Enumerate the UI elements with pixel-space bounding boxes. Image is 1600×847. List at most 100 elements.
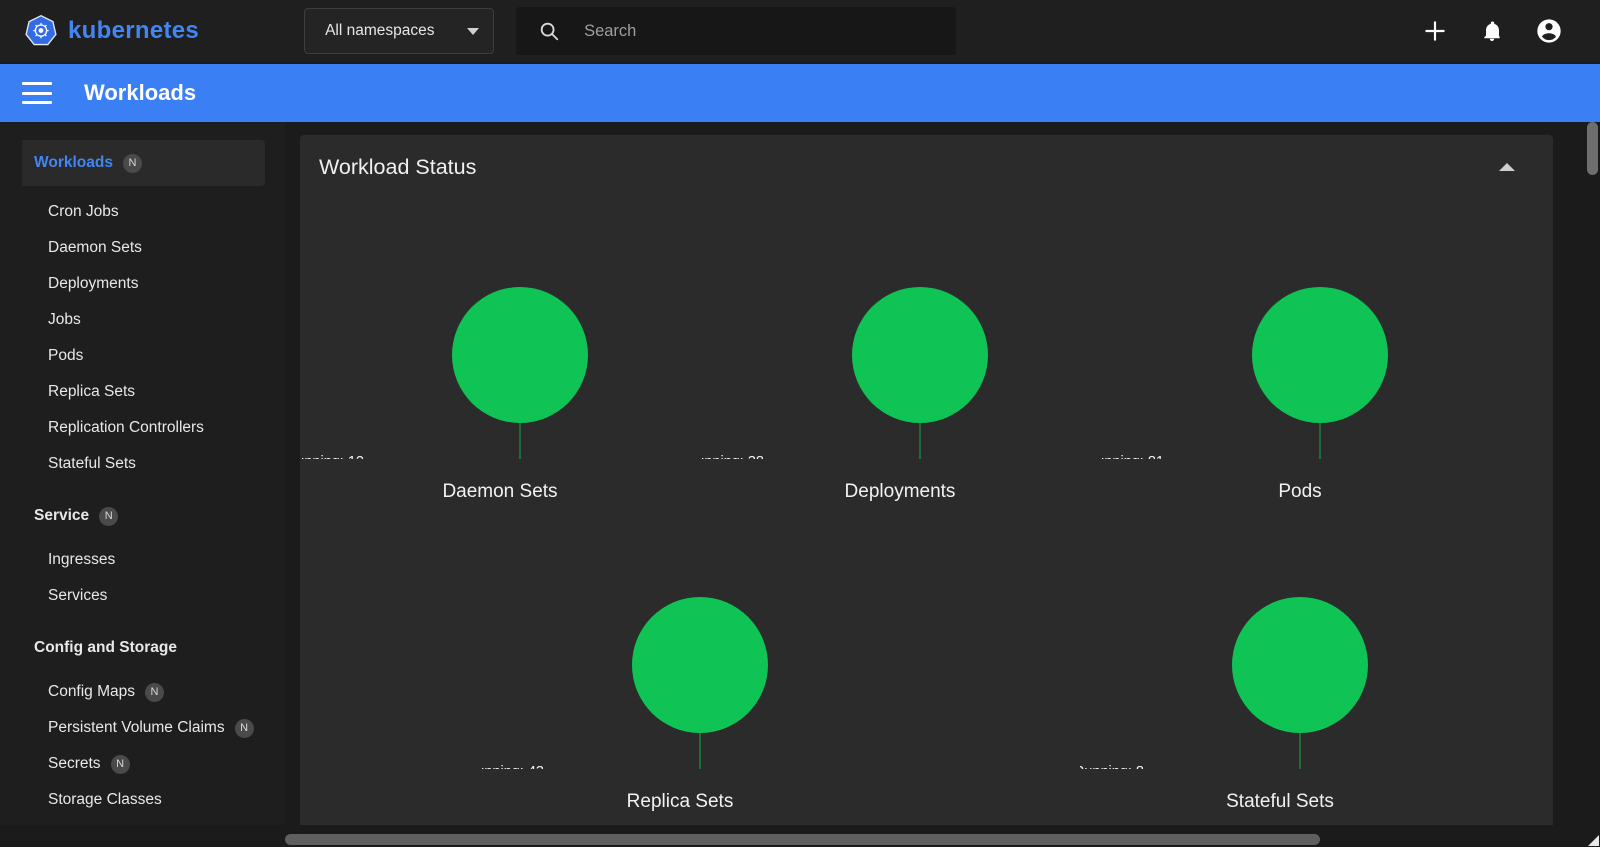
sidebar-nav[interactable]: Workloads N Cron Jobs Daemon Sets Deployment… — [0, 122, 285, 825]
pie-slice-running — [632, 597, 768, 733]
sidebar-item-label: Workloads — [34, 154, 113, 171]
search-bar[interactable]: Search — [516, 7, 957, 55]
sidebar-item-secrets[interactable]: Secrets N — [0, 746, 285, 782]
namespaced-badge: N — [122, 153, 142, 173]
namespace-selector[interactable]: All namespaces — [304, 8, 495, 54]
pie-chart-graphic: Running: 38 — [700, 287, 988, 459]
sidebar-item-config-and-storage[interactable]: Config and Storage — [0, 630, 285, 666]
pie-slice-running — [452, 287, 588, 423]
sidebar-item-cron-jobs[interactable]: Cron Jobs — [0, 194, 285, 230]
slice-label: Running: 12 — [300, 454, 364, 459]
sidebar-item-persistent-volume-claims[interactable]: Persistent Volume Claims N — [0, 710, 285, 746]
sidebar-item-storage-classes[interactable]: Storage Classes — [0, 782, 285, 818]
search-icon — [538, 20, 560, 42]
chart-caption: Pods — [1278, 481, 1322, 502]
leader-line — [519, 423, 521, 459]
pie-slice-running — [1232, 597, 1368, 733]
sidebar-item-ingresses[interactable]: Ingresses — [0, 542, 285, 578]
sidebar-item-daemon-sets[interactable]: Daemon Sets — [0, 230, 285, 266]
workload-chart[interactable]: Running: 81 Pods — [1100, 209, 1500, 549]
leader-line — [919, 423, 921, 459]
account-circle-icon — [1535, 17, 1563, 45]
page-title: Workloads — [84, 80, 197, 105]
sidebar-item-label: Secrets — [48, 755, 101, 772]
slice-label: Running: 8 — [1080, 764, 1144, 769]
sidebar-item-label: Deployments — [48, 275, 139, 292]
account-button[interactable] — [1534, 16, 1564, 46]
sidebar-item-jobs[interactable]: Jobs — [0, 302, 285, 338]
namespaced-badge: N — [145, 682, 165, 702]
notifications-button[interactable] — [1477, 16, 1507, 46]
brand-name: kubernetes — [68, 17, 200, 44]
horizontal-scrollbar-thumb[interactable] — [285, 834, 1320, 845]
horizontal-scrollbar[interactable] — [285, 832, 1600, 847]
sidebar-item-label: Jobs — [48, 311, 81, 328]
pie-chart-graphic: Running: 12 — [300, 287, 588, 459]
workload-status-card: Workload Status Running: 12Daemon SetsRu… — [300, 135, 1553, 825]
hamburger-menu-icon[interactable] — [22, 82, 52, 104]
namespaced-badge: N — [110, 754, 130, 774]
sidebar-item-deployments[interactable]: Deployments — [0, 266, 285, 302]
kubernetes-logo-icon — [24, 14, 58, 48]
sidebar-item-replication-controllers[interactable]: Replication Controllers — [0, 410, 285, 446]
chart-caption: Daemon Sets — [442, 481, 558, 502]
sidebar-item-label: Cron Jobs — [48, 203, 119, 220]
sidebar-item-label: Service — [34, 507, 90, 524]
vertical-scrollbar[interactable] — [1585, 122, 1600, 847]
brand-logo-link[interactable]: kubernetes — [24, 14, 199, 48]
workload-chart[interactable]: Running: 12 Daemon Sets — [300, 209, 700, 549]
workload-chart[interactable]: Running: 8 Stateful Sets — [1080, 519, 1480, 825]
leader-line — [1319, 423, 1321, 459]
sidebar-item-label: Persistent Volume Claims — [48, 719, 225, 736]
plus-icon — [1422, 18, 1448, 44]
chart-caption: Stateful Sets — [1226, 791, 1334, 812]
slice-label: Running: 81 — [1100, 454, 1164, 459]
sidebar-item-replica-sets[interactable]: Replica Sets — [0, 374, 285, 410]
pie-chart-graphic: Running: 81 — [1100, 287, 1388, 459]
sidebar-item-label: Stateful Sets — [48, 455, 136, 472]
vertical-scrollbar-thumb[interactable] — [1587, 122, 1598, 175]
pie-chart-graphic: Running: 43 — [480, 597, 768, 769]
card-title: Workload Status — [319, 154, 477, 179]
sidebar-item-label: Replication Controllers — [48, 419, 204, 436]
leader-line — [699, 733, 701, 769]
sidebar-item-label: Storage Classes — [48, 791, 162, 808]
sidebar-item-label: Services — [48, 587, 108, 604]
sidebar-item-label: Pods — [48, 347, 84, 364]
sidebar-item-stateful-sets[interactable]: Stateful Sets — [0, 446, 285, 482]
sidebar-item-pods[interactable]: Pods — [0, 338, 285, 374]
sidebar-item-label: Ingresses — [48, 551, 116, 568]
sidebar-item-label: Daemon Sets — [48, 239, 142, 256]
workload-status-charts: Running: 12 Daemon Sets Running: 38 Deploym… — [300, 199, 1553, 825]
sidebar-item-service[interactable]: Service N — [0, 498, 285, 534]
top-app-bar: kubernetes All namespaces Search — [0, 0, 1600, 62]
sidebar-item-label: Config Maps — [48, 683, 136, 700]
sidebar-item-label: Config and Storage — [34, 639, 177, 656]
slice-label: Running: 43 — [480, 764, 544, 769]
namespaced-badge: N — [99, 506, 119, 526]
sidebar-item-workloads[interactable]: Workloads N — [22, 140, 265, 186]
window-resize-grip[interactable] — [1585, 832, 1600, 847]
chart-caption: Deployments — [844, 481, 956, 502]
sidebar-item-label: Replica Sets — [48, 383, 136, 400]
bell-icon — [1480, 19, 1504, 43]
dashboard-page: kubernetes All namespaces Search Workloa… — [0, 0, 1600, 847]
sidebar-item-config-maps[interactable]: Config Maps N — [0, 674, 285, 710]
card-header: Workload Status — [300, 135, 1553, 199]
search-input[interactable]: Search — [584, 22, 636, 41]
leader-line — [1299, 733, 1301, 769]
namespace-selector-value: All namespaces — [325, 22, 435, 39]
create-button[interactable] — [1420, 16, 1450, 46]
top-bar-actions — [1420, 0, 1564, 62]
chevron-down-icon — [467, 27, 480, 35]
chevron-up-icon[interactable] — [1499, 163, 1515, 171]
workload-chart[interactable]: Running: 38 Deployments — [700, 209, 1100, 549]
sidebar-item-services[interactable]: Services — [0, 578, 285, 614]
workload-chart[interactable]: Running: 43 Replica Sets — [480, 519, 880, 825]
